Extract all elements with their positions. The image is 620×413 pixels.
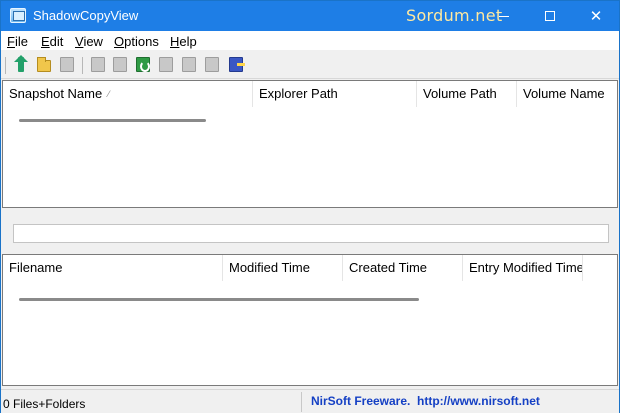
column-header-entry-modified-time[interactable]: Entry Modified Time (463, 255, 583, 281)
maximize-icon (545, 11, 555, 21)
column-header-label: Modified Time (229, 260, 310, 275)
sort-indicator-icon: ⁄ (108, 89, 110, 99)
save-icon (113, 57, 127, 72)
menu-options[interactable]: Options (114, 34, 159, 49)
copy-files-icon (60, 57, 74, 72)
menu-accel: E (41, 34, 50, 49)
quick-filter-input[interactable] (13, 224, 609, 243)
menu-accel: H (170, 34, 180, 49)
menu-file[interactable]: File (7, 34, 28, 49)
column-header-label: Volume Name (523, 86, 605, 101)
exit-button[interactable] (227, 56, 245, 74)
menu-accel: O (114, 34, 125, 49)
column-header-created-time[interactable]: Created Time (343, 255, 463, 281)
close-button[interactable]: ✕ (573, 1, 619, 31)
menu-label-rest: dit (49, 34, 64, 49)
status-divider (301, 392, 302, 412)
status-bar: 0 Files+Folders NirSoft Freeware. http:/… (1, 389, 619, 413)
menu-label-rest: ptions (124, 34, 159, 49)
files-list[interactable]: Filename Modified Time Created Time Entr… (2, 254, 618, 386)
nirsoft-link[interactable]: NirSoft Freeware. http://www.nirsoft.net (311, 394, 540, 408)
menu-label-rest: elp (179, 34, 197, 49)
find-button[interactable] (203, 56, 221, 74)
column-header-filename[interactable]: Filename (3, 255, 223, 281)
snapshots-horizontal-scrollbar[interactable] (19, 119, 206, 122)
column-header-label: Created Time (349, 260, 428, 275)
snapshots-header: Snapshot Name ⁄ Explorer Path Volume Pat… (3, 81, 617, 107)
title-bar[interactable]: ShadowCopyView Sordum.net ✕ (1, 1, 619, 31)
files-horizontal-scrollbar[interactable] (19, 298, 419, 301)
find-icon (205, 57, 219, 72)
copy-button[interactable] (157, 56, 175, 74)
properties-button[interactable] (89, 56, 107, 74)
copy-icon (159, 57, 173, 72)
minimize-button[interactable] (481, 1, 527, 31)
column-header-snapshot-name[interactable]: Snapshot Name ⁄ (3, 81, 253, 107)
menu-help[interactable]: Help (170, 34, 197, 49)
column-header-explorer-path[interactable]: Explorer Path (253, 81, 417, 107)
app-window: ShadowCopyView Sordum.net ✕ File Edit Vi… (0, 0, 620, 413)
menu-label-rest: ile (14, 34, 28, 49)
save-button[interactable] (111, 56, 129, 74)
refresh-icon (136, 57, 150, 72)
maximize-button[interactable] (527, 1, 573, 31)
column-header-label: Volume Path (423, 86, 497, 101)
open-folder-icon (37, 57, 51, 72)
menu-accel: F (7, 34, 15, 49)
toolbar-separator (5, 57, 6, 74)
exit-icon (229, 57, 245, 72)
files-header: Filename Modified Time Created Time Entr… (3, 255, 617, 281)
column-header-modified-time[interactable]: Modified Time (223, 255, 343, 281)
column-header-label: Explorer Path (259, 86, 338, 101)
up-arrow-icon (14, 55, 28, 72)
snapshots-list[interactable]: Snapshot Name ⁄ Explorer Path Volume Pat… (2, 80, 618, 208)
file-count-status: 0 Files+Folders (3, 397, 86, 411)
column-header-volume-path[interactable]: Volume Path (417, 81, 517, 107)
menu-bar: File Edit View Options Help (1, 31, 619, 51)
menu-view[interactable]: View (75, 34, 103, 49)
toolbar-separator (82, 57, 83, 74)
open-folder-button[interactable] (35, 56, 53, 74)
up-button[interactable] (13, 55, 31, 74)
app-icon (10, 8, 26, 23)
menu-label-rest: iew (83, 34, 103, 49)
properties-icon (91, 57, 105, 72)
close-icon: ✕ (589, 8, 603, 25)
refresh-button[interactable] (134, 56, 152, 74)
window-title: ShadowCopyView (33, 8, 139, 23)
toolbar (1, 52, 619, 79)
minimize-icon (499, 16, 509, 17)
column-header-volume-name[interactable]: Volume Name (517, 81, 619, 107)
html-report-icon (182, 57, 196, 72)
html-report-button[interactable] (180, 56, 198, 74)
menu-edit[interactable]: Edit (41, 34, 63, 49)
column-header-label: Entry Modified Time (469, 260, 583, 275)
column-header-label: Snapshot Name (9, 86, 103, 101)
column-header-label: Filename (9, 260, 63, 275)
copy-files-button[interactable] (58, 56, 76, 74)
